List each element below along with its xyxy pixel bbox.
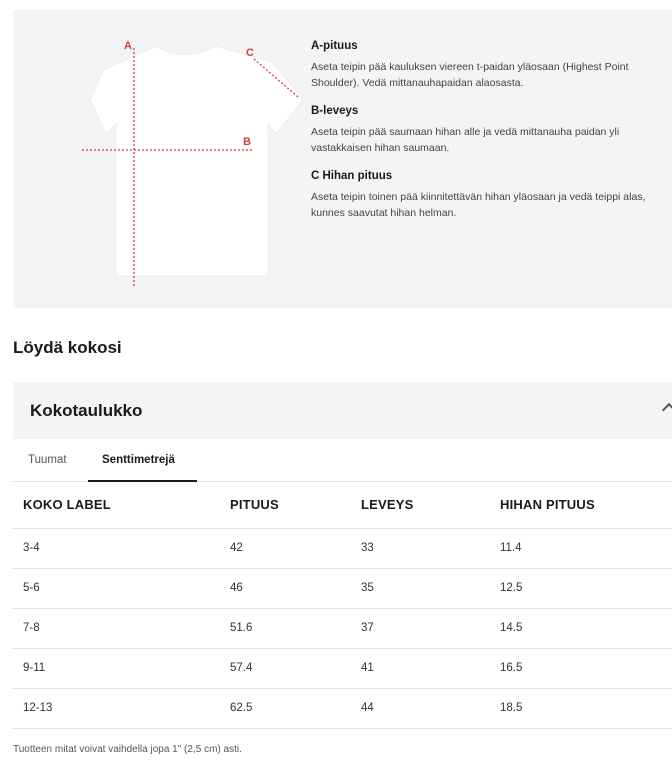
cell-sleeve: 11.4 — [490, 528, 672, 569]
cell-size: 3-4 — [13, 528, 220, 569]
marker-b: B — [243, 136, 251, 148]
find-size-heading: Löydä kokosi — [13, 338, 122, 357]
cell-size: 5-6 — [13, 568, 220, 609]
cell-size: 9-11 — [13, 648, 220, 689]
size-chart-title: Kokotaulukko — [30, 401, 143, 420]
cell-length: 57.4 — [220, 648, 351, 689]
cell-width: 33 — [351, 528, 490, 569]
instruction-title: B-leveys — [311, 105, 359, 117]
size-chart-accordion-header[interactable]: Kokotaulukko — [13, 382, 672, 439]
instruction-line: Shoulder). Vedä mittanauhapaidan alaosas… — [311, 77, 524, 89]
table-row: 3-4 42 33 11.4 — [13, 528, 672, 569]
cell-length: 46 — [220, 568, 351, 609]
cell-length: 42 — [220, 528, 351, 569]
cell-length: 51.6 — [220, 608, 351, 649]
column-header-sleeve: HIHAN PITUUS — [490, 482, 672, 529]
instruction-line: kunnes saavutat hihan helman. — [311, 207, 457, 219]
tab-inches[interactable]: Tuumat — [28, 454, 67, 466]
measure-instructions: A-pituus Aseta teipin pää kauluksen vier… — [311, 40, 671, 235]
size-variance-note: Tuotteen mitat voivat vaihdella jopa 1" … — [13, 744, 242, 755]
column-header-width: LEVEYS — [351, 482, 490, 529]
cell-sleeve: 18.5 — [490, 688, 672, 729]
cell-size: 7-8 — [13, 608, 220, 649]
chevron-up-icon[interactable] — [661, 402, 672, 418]
instruction-line: Aseta teipin pää saumaan hihan alle ja v… — [311, 126, 620, 138]
instruction-title: A-pituus — [311, 40, 358, 52]
cell-sleeve: 12.5 — [490, 568, 672, 609]
unit-tabs: Tuumat Senttimetrejä — [13, 440, 672, 482]
tshirt-illustration: A B C — [58, 34, 303, 290]
instruction-c: C Hihan pituus Aseta teipin toinen pää k… — [311, 170, 671, 221]
cell-sleeve: 16.5 — [490, 648, 672, 689]
cell-width: 37 — [351, 608, 490, 649]
instruction-title: C Hihan pituus — [311, 170, 393, 182]
cell-width: 35 — [351, 568, 490, 609]
table-row: 5-6 46 35 12.5 — [13, 568, 672, 609]
instruction-b: B-leveys Aseta teipin pää saumaan hihan … — [311, 105, 671, 156]
tshirt-icon — [82, 45, 303, 286]
cell-width: 41 — [351, 648, 490, 689]
instruction-line: Aseta teipin pää kauluksen viereen t-pai… — [311, 61, 629, 73]
marker-a: A — [124, 40, 132, 52]
cell-sleeve: 14.5 — [490, 608, 672, 649]
instruction-line: Aseta teipin toinen pää kiinnitettävän h… — [311, 191, 646, 203]
instruction-a: A-pituus Aseta teipin pää kauluksen vier… — [311, 40, 671, 91]
tab-centimeters[interactable]: Senttimetrejä — [102, 454, 175, 466]
cell-width: 44 — [351, 688, 490, 729]
table-row: 7-8 51.6 37 14.5 — [13, 608, 672, 649]
column-header-length: PITUUS — [220, 482, 351, 529]
table-header-row: KOKO LABEL PITUUS LEVEYS HIHAN PITUUS — [13, 482, 672, 529]
size-table: KOKO LABEL PITUUS LEVEYS HIHAN PITUUS 3-… — [13, 482, 672, 729]
measure-guide-panel: A B C A-pituus Aseta teipin pää kaulukse… — [13, 10, 672, 308]
cell-length: 62.5 — [220, 688, 351, 729]
table-row: 9-11 57.4 41 16.5 — [13, 648, 672, 689]
instruction-line: vastakkaisen hihan saumaan. — [311, 142, 450, 154]
marker-c: C — [246, 47, 254, 59]
cell-size: 12-13 — [13, 688, 220, 729]
column-header-size: KOKO LABEL — [13, 482, 220, 529]
table-row: 12-13 62.5 44 18.5 — [13, 688, 672, 729]
